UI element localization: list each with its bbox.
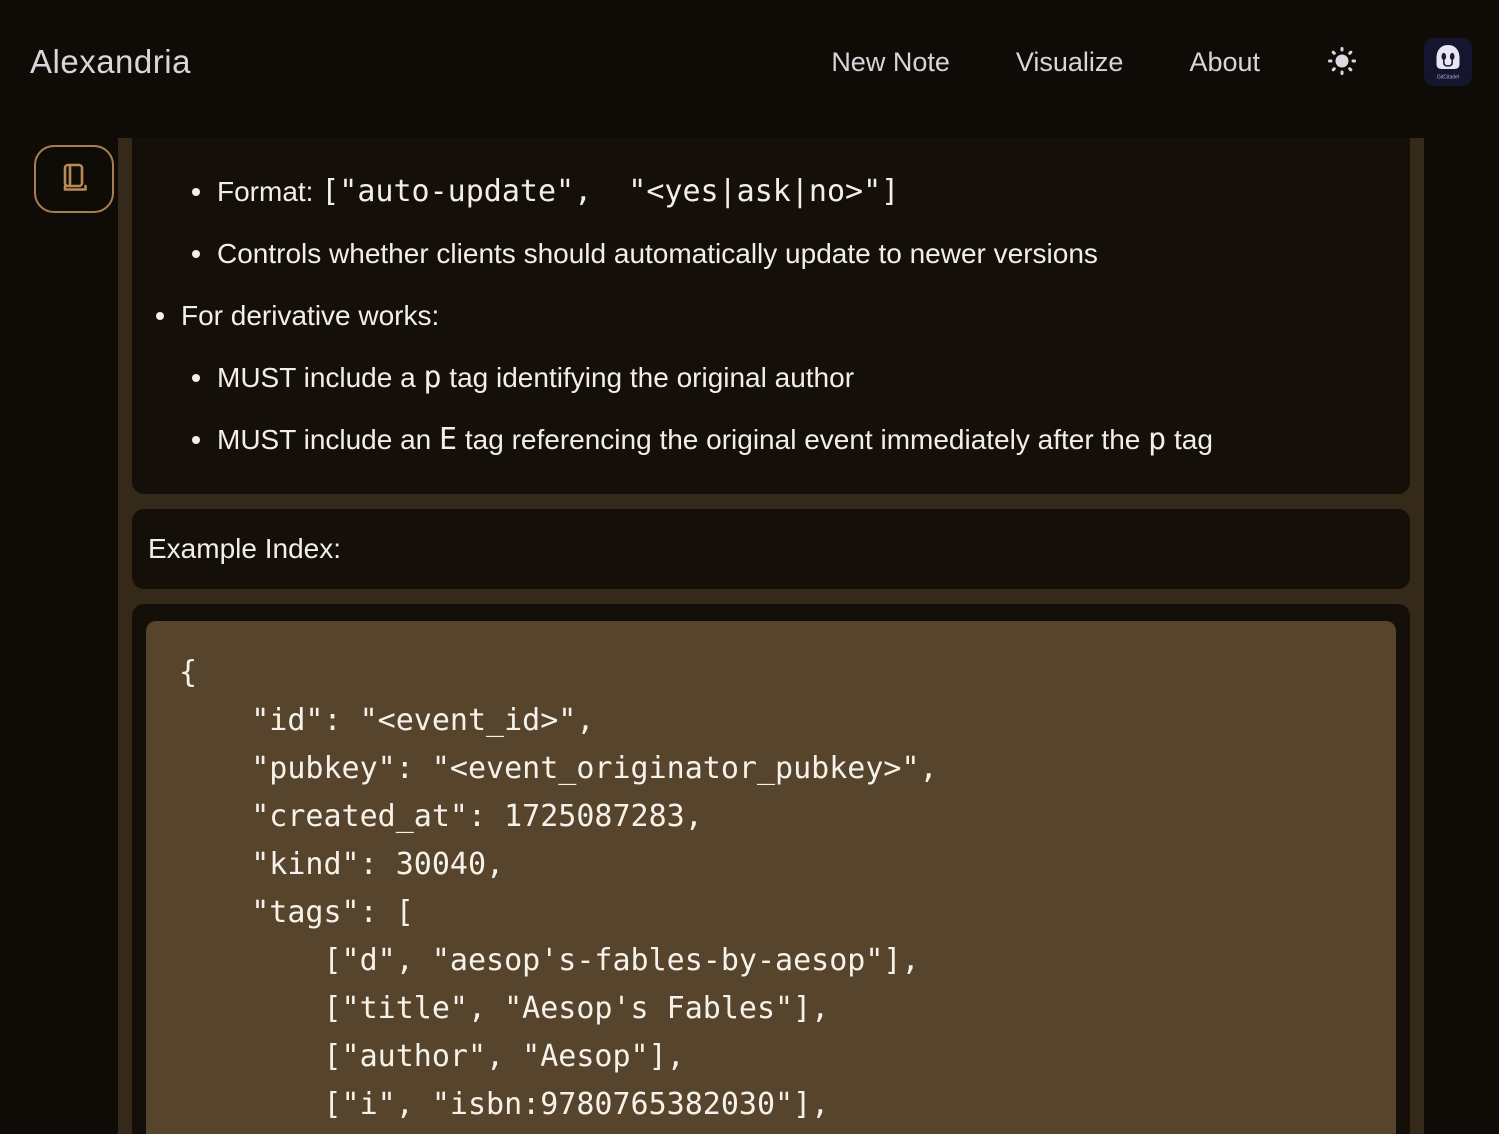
nip-rules-section: Format: ["auto-update", "<yes|ask|no>"] C… (132, 138, 1410, 494)
list-item: For derivative works: (154, 298, 1384, 334)
list-item: MUST include a p tag identifying the ori… (190, 360, 1384, 396)
inline-code: p (1148, 422, 1166, 457)
app-header: Alexandria New Note Visualize About (0, 0, 1499, 138)
list-item: MUST include an E tag referencing the or… (190, 422, 1384, 458)
svg-text:GitCitadel: GitCitadel (1437, 75, 1459, 81)
sun-icon (1326, 45, 1358, 80)
gitcitadel-logo-icon: GitCitadel (1424, 38, 1472, 86)
inline-code: ["auto-update", "<yes|ask|no>"] (321, 174, 899, 209)
example-heading: Example Index: (148, 533, 341, 564)
top-nav: New Note Visualize About (831, 38, 1472, 86)
example-heading-section: Example Index: (132, 509, 1410, 589)
example-code-section: { "id": "<event_id>", "pubkey": "<event_… (132, 604, 1410, 1134)
nav-new-note[interactable]: New Note (831, 47, 950, 78)
list-item: Controls whether clients should automati… (190, 236, 1384, 272)
app-title: Alexandria (30, 43, 191, 81)
inline-code: p (423, 360, 441, 395)
nav-about[interactable]: About (1189, 47, 1260, 78)
theme-toggle-button[interactable] (1326, 45, 1358, 80)
nav-visualize[interactable]: Visualize (1016, 47, 1124, 78)
inline-code: E (439, 422, 457, 457)
nip-rules-list: Format: ["auto-update", "<yes|ask|no>"] C… (154, 174, 1384, 458)
list-item: Format: ["auto-update", "<yes|ask|no>"] (190, 174, 1384, 210)
document-container: Format: ["auto-update", "<yes|ask|no>"] C… (118, 138, 1424, 1134)
toc-book-button[interactable] (34, 145, 114, 213)
profile-avatar[interactable]: GitCitadel (1424, 38, 1472, 86)
book-icon (56, 160, 92, 199)
json-code-block: { "id": "<event_id>", "pubkey": "<event_… (146, 621, 1396, 1134)
